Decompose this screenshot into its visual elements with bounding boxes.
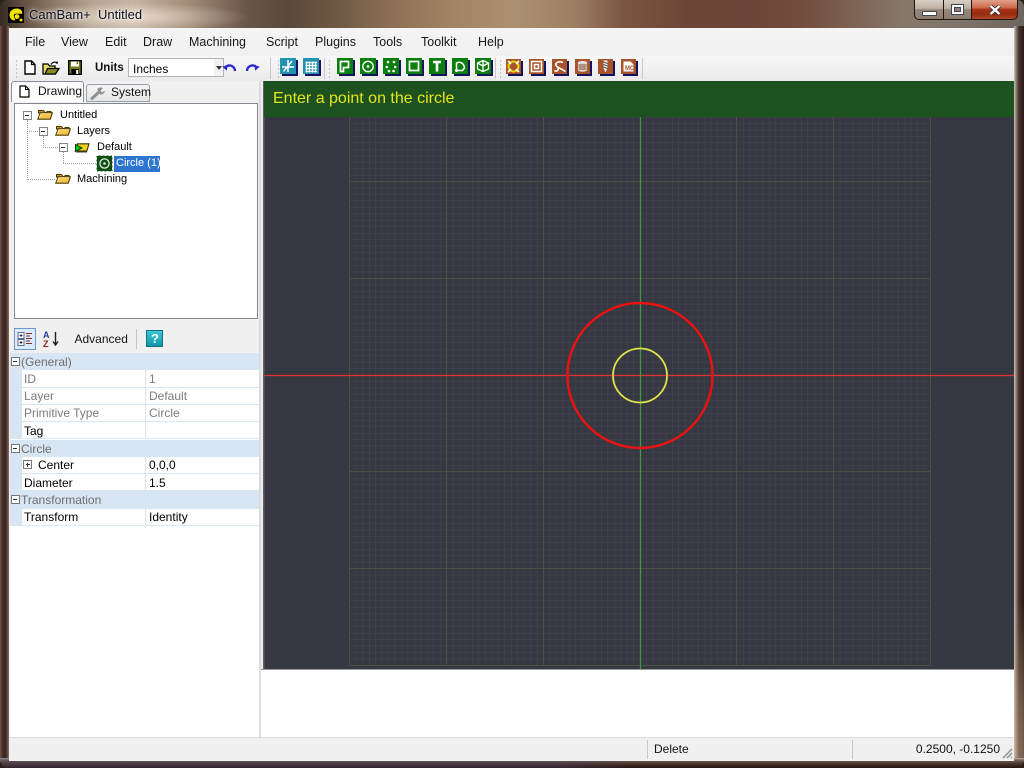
- svg-text:Z: Z: [43, 339, 49, 349]
- svg-text:MC: MC: [625, 66, 635, 72]
